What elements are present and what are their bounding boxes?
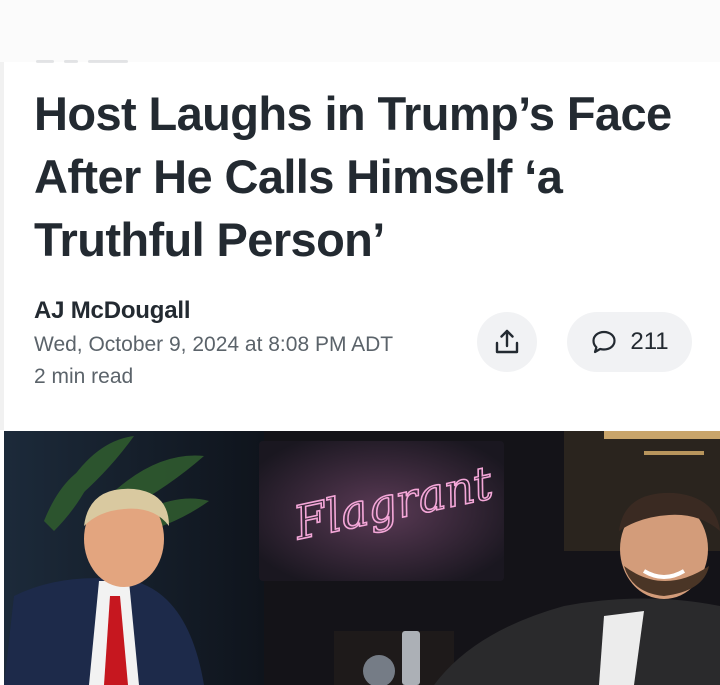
comment-count: 211 — [630, 328, 669, 355]
top-spacer — [0, 0, 720, 62]
share-button[interactable] — [477, 312, 537, 372]
hero-photo: Flagrant — [4, 431, 720, 685]
share-icon — [495, 329, 519, 354]
comments-button[interactable]: 211 — [567, 312, 692, 372]
read-time: 2 min read — [34, 365, 134, 388]
publish-date: Wed, October 9, 2024 at 8:08 PM ADT — [34, 333, 394, 356]
hero-image[interactable]: Flagrant — [4, 431, 720, 685]
left-edge — [0, 62, 4, 430]
author-name[interactable]: AJ McDougall — [34, 297, 190, 325]
comment-bubble-icon — [592, 330, 616, 354]
article-headline: Host Laughs in Trump’s Face After He Cal… — [34, 87, 672, 266]
faded-kicker — [36, 58, 156, 66]
